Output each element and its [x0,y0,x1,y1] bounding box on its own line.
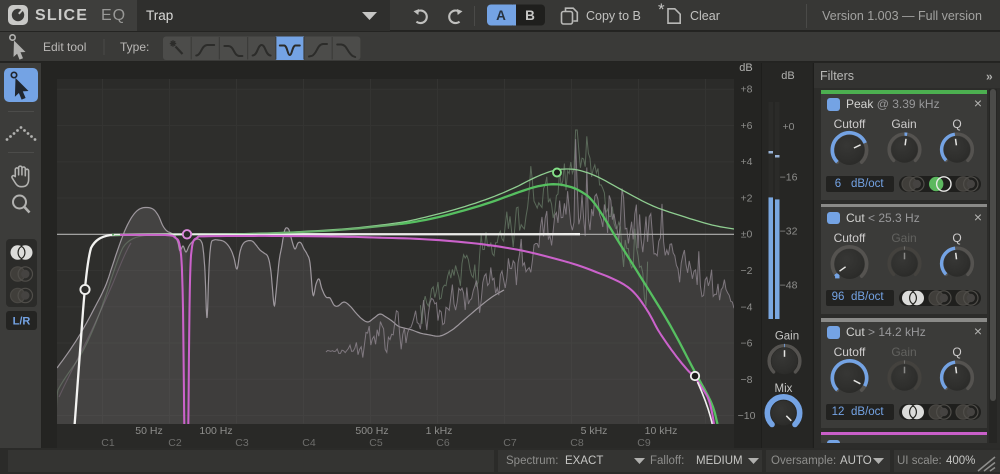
svg-text:L/R: L/R [13,316,31,328]
svg-text:Clear: Clear [690,9,720,23]
svg-text:MEDIUM: MEDIUM [696,455,743,467]
svg-text:Copy to B: Copy to B [586,9,641,23]
svg-text:*: * [658,0,665,19]
svg-text:+0: +0 [783,121,795,133]
svg-text:−2: −2 [741,265,753,277]
svg-text:C2: C2 [168,437,182,448]
svg-text:Trap: Trap [146,8,173,23]
svg-text:C4: C4 [302,437,316,448]
svg-text:+8: +8 [741,84,753,96]
svg-text:Spectrum:: Spectrum: [506,455,558,467]
svg-text:Edit tool: Edit tool [43,40,86,54]
svg-text:Type:: Type: [120,40,149,54]
svg-text:B: B [525,8,535,23]
svg-text:+4: +4 [741,156,753,168]
svg-text:−4: −4 [741,301,753,313]
svg-text:C9: C9 [637,437,651,448]
svg-text:−48: −48 [780,280,798,292]
svg-text:−10: −10 [738,410,756,422]
svg-text:C1: C1 [101,437,115,448]
svg-text:50 Hz: 50 Hz [135,425,162,437]
svg-text:dB: dB [739,62,752,74]
svg-text:C3: C3 [235,437,249,448]
svg-text:EQ: EQ [101,7,126,24]
svg-text:C5: C5 [369,437,383,448]
svg-text:400%: 400% [946,455,975,467]
svg-text:Falloff:: Falloff: [650,455,684,467]
svg-text:1 kHz: 1 kHz [426,425,453,437]
svg-text:Oversample:: Oversample: [771,455,836,467]
svg-text:−6: −6 [741,338,753,350]
svg-text:SLICE: SLICE [35,7,88,24]
svg-text:+2: +2 [741,193,753,205]
svg-text:dB: dB [781,70,794,82]
svg-text:AUTO: AUTO [840,455,872,467]
svg-text:C6: C6 [436,437,450,448]
svg-text:EXACT: EXACT [565,455,603,467]
svg-text:−32: −32 [780,226,798,238]
svg-text:10 kHz: 10 kHz [645,425,678,437]
svg-text:Filters: Filters [820,69,854,83]
svg-text:±0: ±0 [741,229,753,241]
svg-text:Mix: Mix [775,383,793,395]
svg-text:A: A [496,8,506,23]
svg-text:−16: −16 [780,172,798,184]
svg-text:5 kHz: 5 kHz [581,425,608,437]
svg-text:100 Hz: 100 Hz [199,425,232,437]
svg-text:C8: C8 [570,437,584,448]
svg-text:»: » [986,70,993,84]
svg-text:+6: +6 [741,120,753,132]
svg-text:500 Hz: 500 Hz [355,425,388,437]
svg-text:UI scale:: UI scale: [897,455,942,467]
svg-text:−8: −8 [741,374,753,386]
svg-text:C7: C7 [503,437,517,448]
svg-text:Version 1.003 — Full version: Version 1.003 — Full version [822,9,982,23]
svg-text:Gain: Gain [775,331,799,343]
